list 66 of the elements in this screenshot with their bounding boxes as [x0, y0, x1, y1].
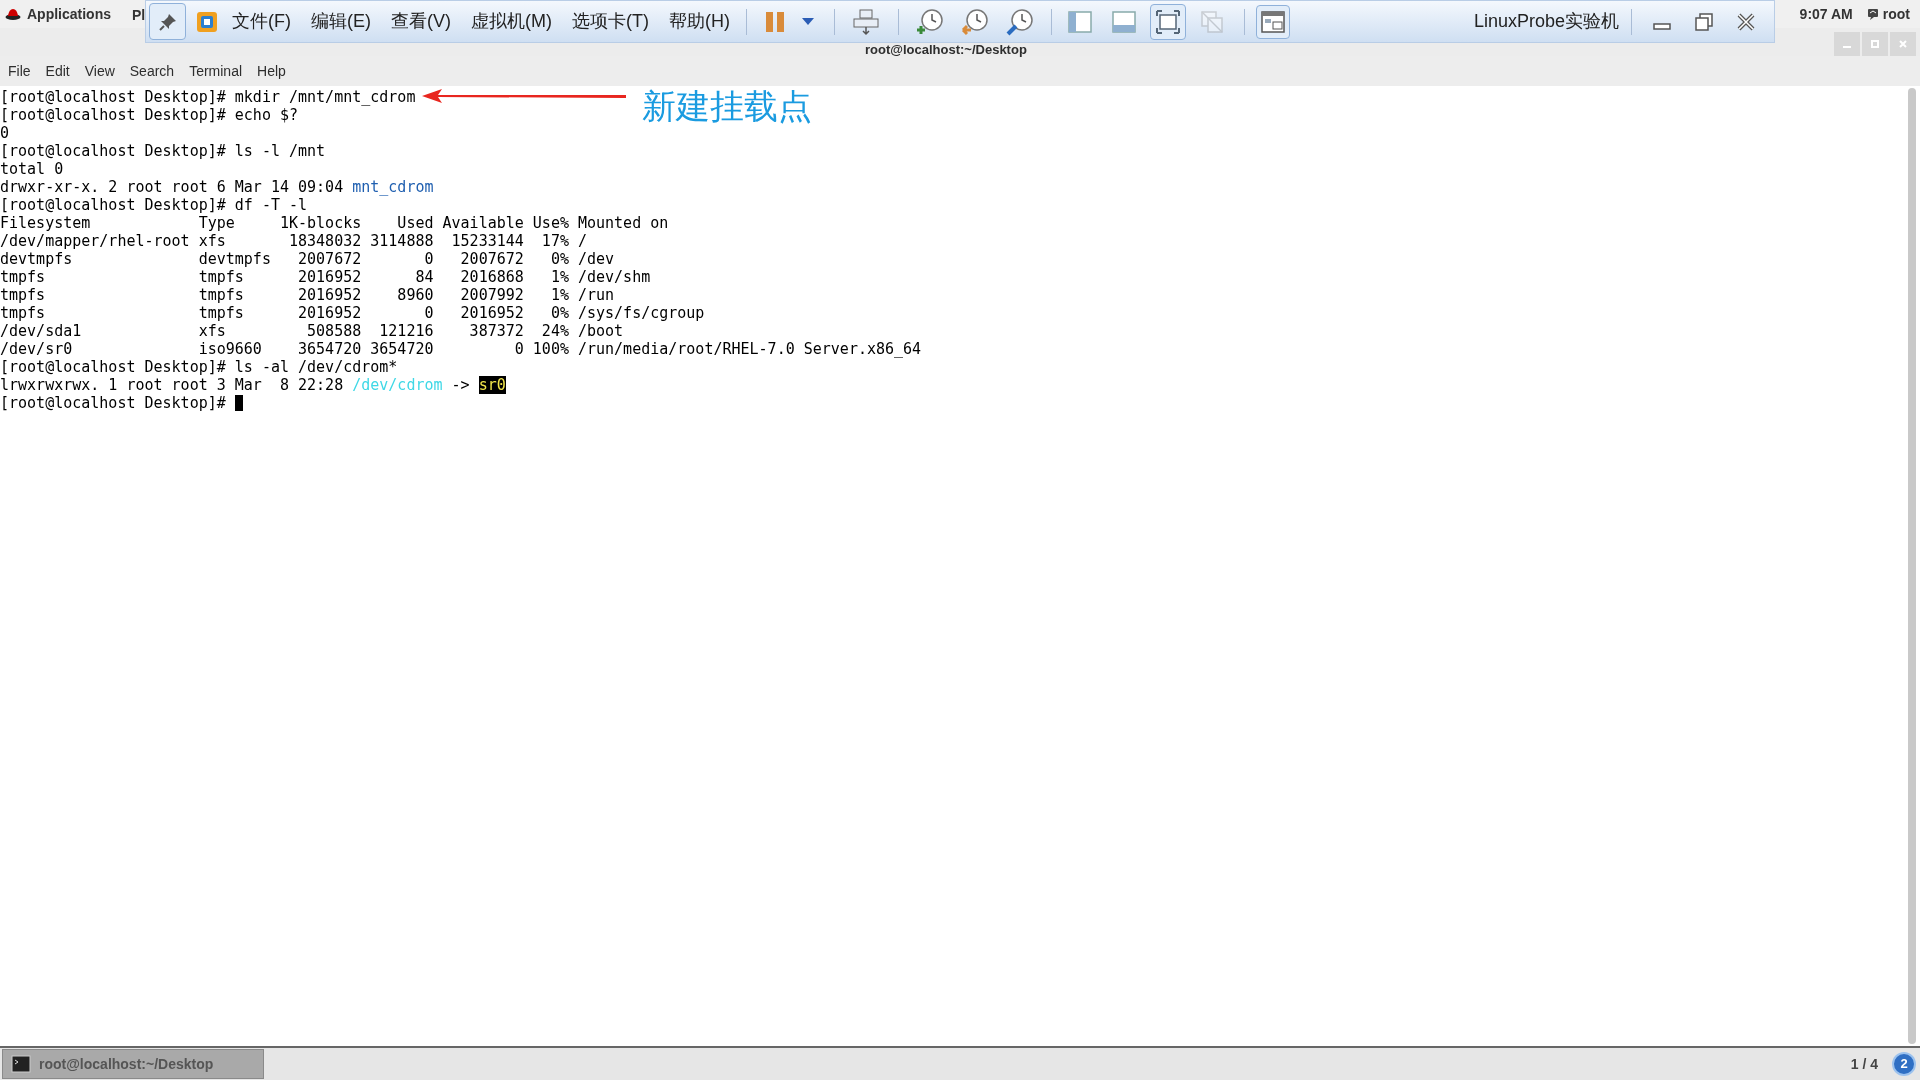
- symlink-name: /dev/cdrom: [352, 376, 443, 394]
- revert-icon[interactable]: [960, 7, 989, 36]
- snapshot-manager-icon[interactable]: [1005, 7, 1034, 36]
- clock[interactable]: 9:07 AM: [1799, 3, 1853, 25]
- sidebar-icon: [1066, 8, 1093, 35]
- terminal-icon: [11, 1055, 31, 1073]
- pause-icon[interactable]: [763, 9, 786, 34]
- close-icon[interactable]: [1736, 11, 1756, 32]
- panel-icon: [1110, 8, 1137, 35]
- pin-icon: [157, 11, 178, 32]
- menu-item[interactable]: 编辑(E): [311, 8, 371, 35]
- hat-icon: [5, 7, 21, 21]
- terminal-text: devtmpfs devtmpfs 2007672 0 2007672 0% /dev: [0, 250, 615, 268]
- scrollbar[interactable]: [1908, 88, 1916, 1044]
- fullscreen-icon: [1154, 8, 1181, 35]
- menu-item[interactable]: 帮助(H): [668, 8, 730, 35]
- terminal-text: /dev/sda1 xfs 508588 121216 387372 24% /boot: [0, 322, 624, 340]
- view-button[interactable]: [1149, 3, 1186, 40]
- menu-item[interactable]: Search: [129, 60, 175, 82]
- user-menu[interactable]: root: [1882, 3, 1910, 25]
- terminal-text: tmpfs tmpfs 2016952 8960 2007992 1% /run: [0, 286, 615, 304]
- annotation-text: 新建挂载点: [642, 86, 812, 127]
- pin-button[interactable]: [149, 3, 186, 40]
- terminal-text: lrwxrwxrwx. 1 root root 3 Mar 8 22:28: [0, 376, 345, 394]
- close-icon: [1899, 40, 1907, 48]
- restore-icon[interactable]: [1694, 11, 1714, 32]
- menu-item[interactable]: Terminal: [189, 60, 243, 82]
- text-cursor: [234, 395, 243, 411]
- window-title: root@localhost:~/Desktop: [865, 42, 1027, 58]
- terminal-text: 0: [0, 124, 10, 142]
- places-menu[interactable]: Pl: [132, 5, 146, 26]
- console-view-button[interactable]: [1255, 4, 1290, 39]
- snapshot-icon[interactable]: [915, 7, 944, 36]
- terminal-text: [root@localhost Desktop]#: [0, 394, 227, 412]
- menu-item[interactable]: 查看(V): [391, 8, 451, 35]
- terminal-text: [root@localhost Desktop]# mkdir /mnt/mnt_cdrom: [0, 88, 416, 106]
- windows-icon: [1198, 8, 1225, 35]
- workspace-indicator[interactable]: 1 / 4: [1850, 1053, 1878, 1075]
- notification-badge[interactable]: 2: [1892, 1052, 1916, 1076]
- terminal-text: tmpfs tmpfs 2016952 0 2016952 0% /sys/fs/cgroup: [0, 304, 705, 322]
- terminal-text: [root@localhost Desktop]# df -T -l: [0, 196, 308, 214]
- applications-menu[interactable]: Applications: [27, 3, 111, 25]
- terminal-text: drwxr-xr-x. 2 root root 6 Mar 14 09:04: [0, 178, 345, 196]
- window-icon: [1260, 10, 1285, 33]
- terminal-text: ->: [450, 376, 471, 394]
- menu-item[interactable]: View: [84, 60, 115, 82]
- directory-name: mnt_cdrom: [352, 178, 434, 196]
- terminal-text: Filesystem Type 1K-blocks Used Available Use% Mounted on: [0, 214, 669, 232]
- terminal-text: [root@localhost Desktop]# echo $?: [0, 106, 298, 124]
- terminal-text: total 0: [0, 160, 64, 178]
- vm-title: LinuxProbe实验机: [1473, 10, 1619, 33]
- link-target: sr0: [478, 376, 506, 394]
- menu-item[interactable]: 文件(F): [232, 8, 291, 35]
- menu-item[interactable]: Help: [257, 60, 286, 82]
- menu-item[interactable]: Edit: [45, 60, 70, 82]
- terminal-text: /dev/sr0 iso9660 3654720 3654720 0 100% /run/media/root/RHEL-7.0 Server.x86_64: [0, 340, 922, 358]
- app-icon[interactable]: [196, 10, 218, 33]
- terminal-text: tmpfs tmpfs 2016952 84 2016868 1% /dev/shm: [0, 268, 651, 286]
- menu-item[interactable]: File: [8, 60, 31, 82]
- maximize-icon: [1871, 40, 1879, 48]
- terminal-text: [root@localhost Desktop]# ls -al /dev/cdrom*: [0, 358, 398, 376]
- menu-item[interactable]: 选项卡(T): [571, 8, 649, 35]
- caret-icon[interactable]: [801, 17, 814, 26]
- terminal-text: [root@localhost Desktop]# ls -l /mnt: [0, 142, 326, 160]
- terminal-text: /dev/mapper/rhel-root xfs 18348032 3114888 15233144 17% /: [0, 232, 587, 250]
- menu-item[interactable]: 虚拟机(M): [471, 8, 552, 35]
